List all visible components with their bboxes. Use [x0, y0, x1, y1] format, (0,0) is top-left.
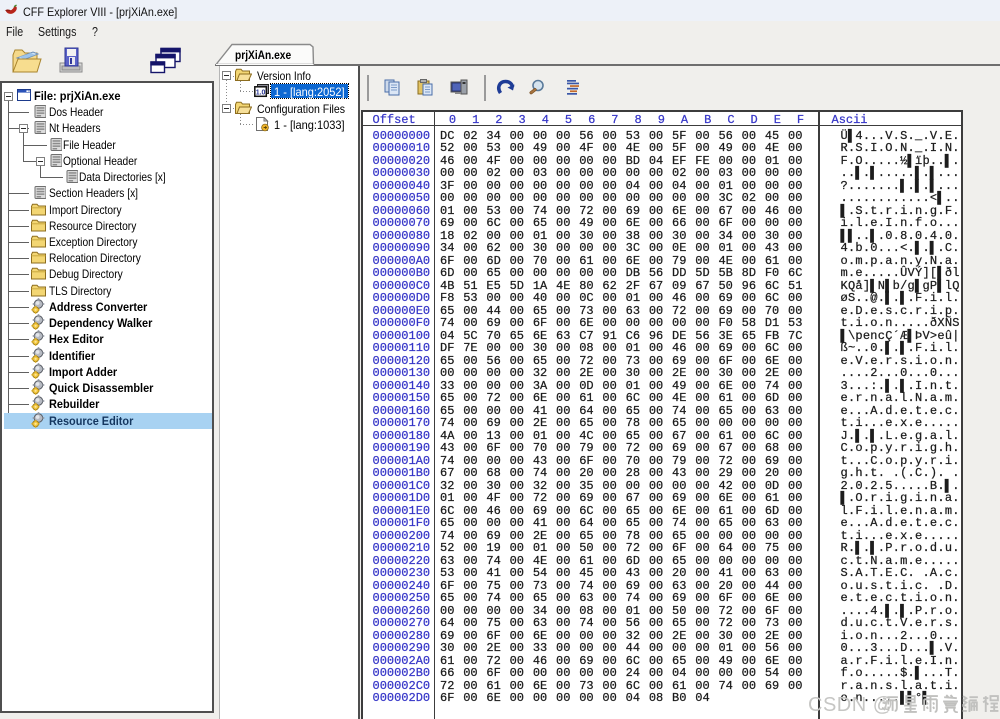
svg-text:1.0: 1.0 [256, 89, 266, 96]
